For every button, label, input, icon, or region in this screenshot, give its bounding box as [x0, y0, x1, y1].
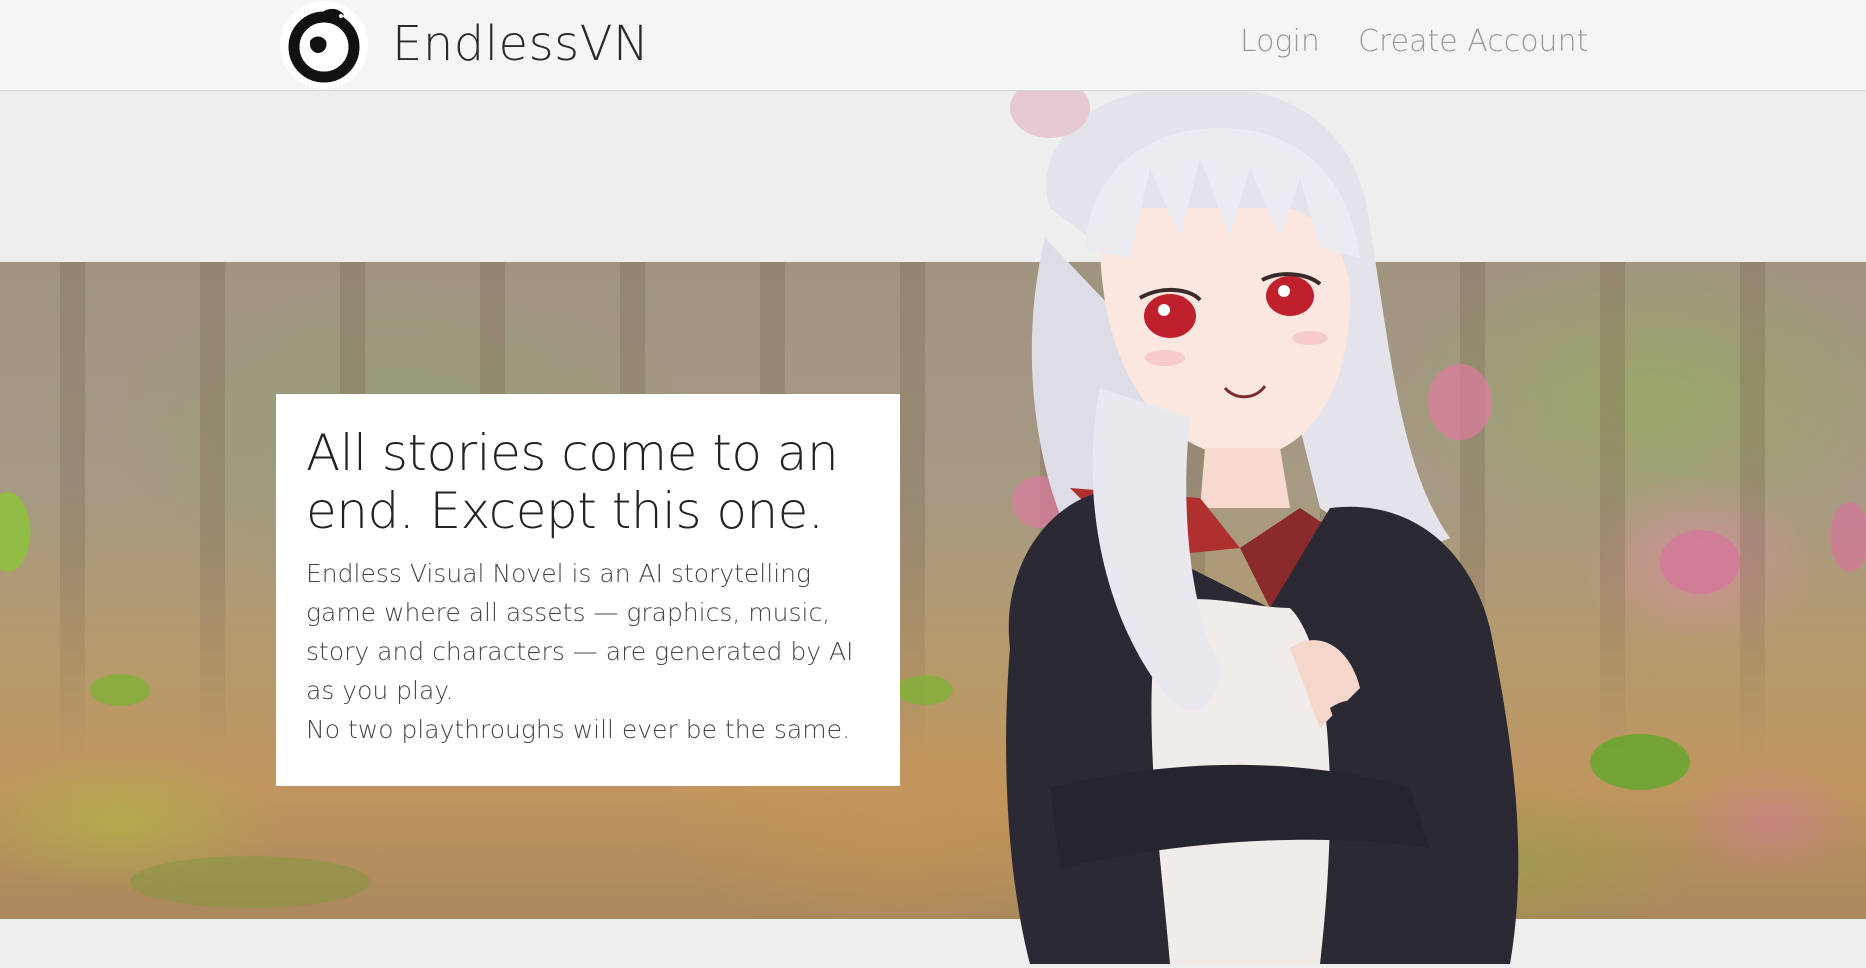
hero-title: All stories come to an end. Except this …	[306, 424, 839, 540]
login-link[interactable]: Login	[1240, 22, 1320, 62]
logo[interactable]	[280, 1, 368, 89]
hero-description: Endless Visual Novel is an AI storytelli…	[306, 559, 854, 705]
hero-tagline: No two playthroughs will ever be the sam…	[306, 715, 850, 744]
brand-name[interactable]: EndlessVN	[392, 14, 649, 74]
site-header: EndlessVN Login Create Account	[0, 0, 1866, 91]
anime-girl-character-illustration	[990, 78, 1590, 964]
create-account-link[interactable]: Create Account	[1358, 22, 1588, 62]
ouroboros-dragon-icon	[288, 8, 360, 83]
intro-card: All stories come to an end. Except this …	[276, 394, 900, 786]
